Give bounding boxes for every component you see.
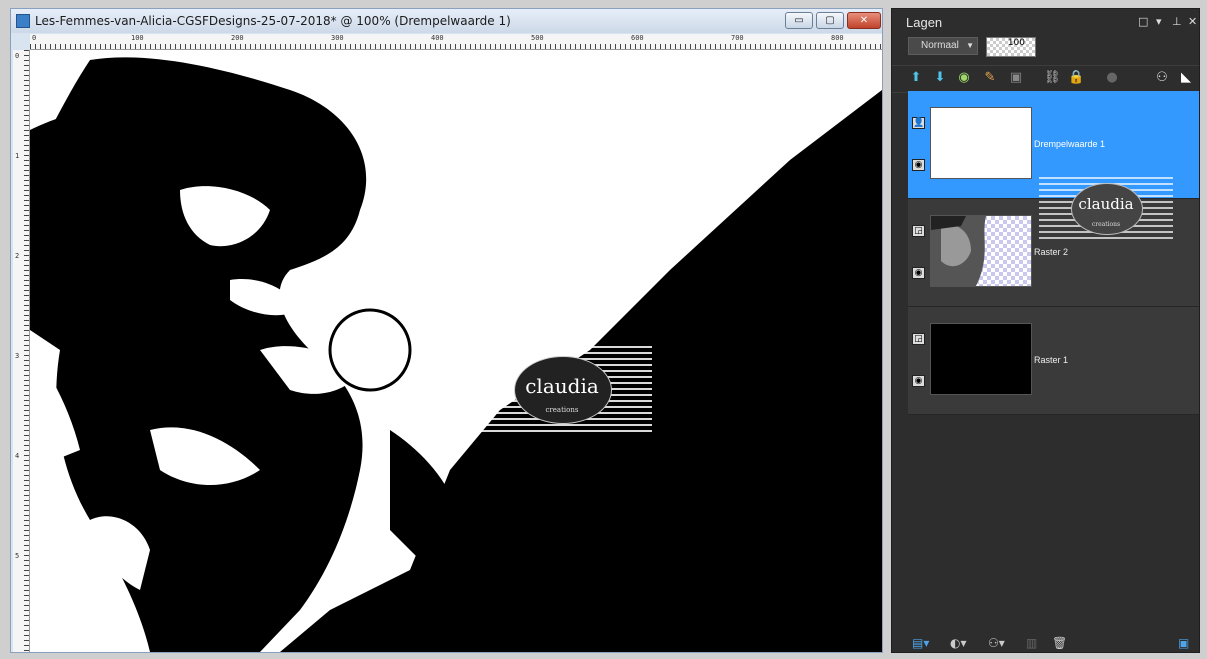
horizontal-ruler: 0 100 200 300 400 500 600 700 800 — [30, 34, 882, 50]
ruler-label: 5 — [15, 552, 20, 560]
layer-thumbnail — [930, 107, 1032, 179]
layer-thumbnail — [930, 215, 1032, 287]
panel-menu-button[interactable]: ▾ — [1156, 15, 1162, 28]
layer-item[interactable]: ◲ ◉ Raster 1 — [908, 307, 1199, 415]
ruler-label: 200 — [231, 34, 244, 42]
ruler-label: 100 — [131, 34, 144, 42]
visibility-toggle-icon[interactable]: ◉ — [956, 70, 972, 86]
panel-watermark-subtext: creations — [1091, 221, 1121, 228]
blend-mode-select[interactable]: Normaal ▼ — [908, 37, 978, 55]
ruler-label: 2 — [15, 252, 20, 260]
layers-toolbar: ⬆ ⬇ ◉ ✎ ▣ ⛓ 🔒 ● ⚇ ◣ — [892, 65, 1199, 93]
panel-watermark-text: claudia — [1078, 195, 1134, 213]
ruler-label: 500 — [531, 34, 544, 42]
watermark-subtext: creations — [545, 406, 579, 414]
mask-view-icon[interactable]: ⚇ — [1154, 70, 1170, 86]
blend-mode-value: Normaal — [921, 40, 959, 51]
layers-panel: Lagen □ ▾ ⊥ ✕ Normaal ▼ 100 ⬆ ⬇ ◉ ✎ ▣ ⛓ … — [891, 8, 1200, 653]
layer-name: Drempelwaarde 1 — [1034, 139, 1106, 149]
layer-type-icon[interactable]: ◲ — [912, 333, 925, 345]
edit-icon[interactable]: ✎ — [982, 70, 998, 86]
maximize-button[interactable]: ▢ — [816, 12, 844, 29]
close-button[interactable]: ✕ — [847, 12, 881, 29]
vertical-ruler: 0 1 2 3 4 5 — [13, 50, 30, 652]
group-layer-icon[interactable]: ▥ — [1026, 636, 1037, 650]
ruler-label: 300 — [331, 34, 344, 42]
move-layer-up-icon[interactable]: ⬆ — [908, 70, 924, 86]
user-icon[interactable]: 👤 — [912, 117, 925, 129]
photo-thumbnail — [931, 216, 986, 286]
eye-icon[interactable]: ◉ — [912, 159, 925, 171]
adjustment-layer-icon[interactable]: ◐▾ — [950, 636, 967, 650]
minimize-button[interactable]: ▭ — [785, 12, 813, 29]
chevron-down-icon: ▼ — [966, 41, 974, 50]
document-title: Les-Femmes-van-Alicia-CGSFDesigns-25-07-… — [35, 14, 511, 28]
ruler-label: 400 — [431, 34, 444, 42]
ruler-label: 600 — [631, 34, 644, 42]
ruler-label: 1 — [15, 152, 20, 160]
panel-pin-button[interactable]: ⊥ — [1172, 15, 1182, 28]
properties-icon[interactable]: ▣ — [1178, 636, 1189, 650]
layer-thumbnail — [930, 323, 1032, 395]
ruler-label: 3 — [15, 352, 20, 360]
ruler-label: 0 — [15, 52, 20, 60]
watermark-logo: claudia creations — [472, 346, 652, 432]
trash-icon[interactable]: 🗑 — [1052, 636, 1067, 650]
ruler-label: 700 — [731, 34, 744, 42]
eye-icon[interactable]: ◉ — [912, 267, 925, 279]
mask-layer-icon[interactable]: ⚇▾ — [988, 636, 1005, 650]
layers-bottom-bar: ▤▾ ◐▾ ⚇▾ ▥ 🗑 ▣ — [892, 636, 1199, 652]
opacity-field[interactable]: 100 — [986, 37, 1036, 57]
document-title-bar[interactable]: Les-Femmes-van-Alicia-CGSFDesigns-25-07-… — [11, 9, 882, 33]
bw-icon[interactable]: ◣ — [1178, 70, 1194, 86]
blend-icon[interactable]: ● — [1104, 70, 1120, 86]
panel-close-button[interactable]: ✕ — [1188, 15, 1197, 28]
layer-name: Raster 1 — [1034, 355, 1069, 365]
watermark-text: claudia — [525, 374, 599, 398]
ruler-label: 800 — [831, 34, 844, 42]
document-icon — [16, 14, 30, 28]
layer-name: Raster 2 — [1034, 247, 1069, 257]
panel-watermark: claudia creations — [1039, 177, 1173, 239]
eye-icon[interactable]: ◉ — [912, 375, 925, 387]
mask-icon[interactable]: ▣ — [1008, 70, 1024, 86]
lock-icon[interactable]: 🔒 — [1068, 70, 1084, 86]
image-canvas[interactable]: claudia creations — [30, 50, 882, 652]
move-layer-down-icon[interactable]: ⬇ — [932, 70, 948, 86]
ruler-label: 4 — [15, 452, 20, 460]
panel-restore-button[interactable]: □ — [1138, 15, 1148, 28]
layers-panel-title: Lagen — [906, 15, 943, 30]
ruler-label: 0 — [32, 34, 37, 42]
document-window: Les-Femmes-van-Alicia-CGSFDesigns-25-07-… — [10, 8, 883, 653]
threshold-portrait-image — [30, 50, 882, 652]
link-icon[interactable]: ⛓ — [1044, 70, 1061, 86]
layer-type-icon[interactable]: ◲ — [912, 225, 925, 237]
new-layer-icon[interactable]: ▤▾ — [912, 636, 929, 650]
